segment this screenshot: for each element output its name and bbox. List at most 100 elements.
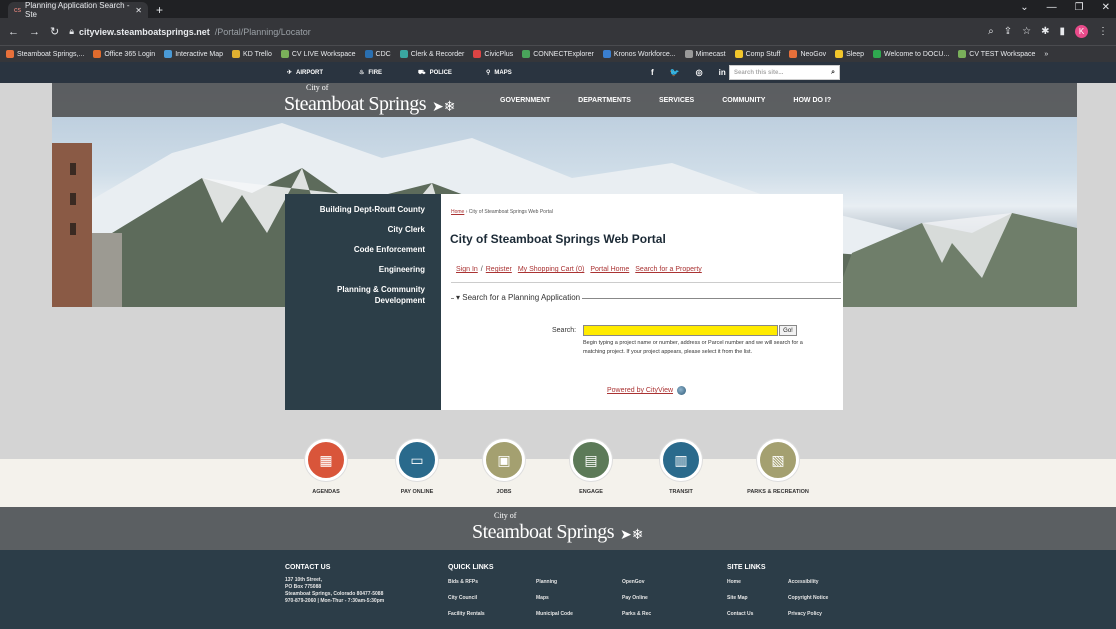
sidepanel-icon[interactable]: ▮: [1059, 26, 1065, 37]
footer-quick-link[interactable]: Parks & Rec: [622, 611, 651, 618]
breadcrumb-home[interactable]: Home: [451, 209, 464, 215]
nav-item[interactable]: DEPARTMENTS: [578, 97, 631, 104]
sidebar-item[interactable]: Planning & Community Development: [285, 284, 441, 306]
facebook-icon[interactable]: f: [651, 68, 654, 77]
sidebar-item[interactable]: Building Dept-Routt County: [285, 204, 441, 215]
portal-home-link[interactable]: Portal Home: [590, 266, 629, 273]
tab-search-icon[interactable]: ⌄: [1020, 2, 1028, 13]
footer-quick-link[interactable]: Bids & RFPs: [448, 579, 478, 586]
bookmark-label: Kronos Workforce...: [613, 50, 676, 58]
go-button[interactable]: Go!: [779, 325, 797, 336]
footer-site-link[interactable]: Accessibility: [788, 579, 819, 586]
nav-item[interactable]: SERVICES: [659, 97, 694, 104]
bookmark-favicon-icon: [164, 50, 173, 58]
footer-site-link[interactable]: Contact Us: [727, 611, 753, 618]
footer-site-link[interactable]: Site Map: [727, 595, 748, 602]
reload-icon[interactable]: ↻: [50, 25, 59, 38]
quick-link-engage[interactable]: ▤ ENGAGE: [556, 439, 626, 495]
site-search-input[interactable]: Search this site... ⌕: [729, 65, 840, 80]
back-icon[interactable]: ←: [8, 26, 19, 38]
url-field[interactable]: 🔒︎ cityview.steamboatsprings.net/Portal/…: [69, 22, 978, 42]
restore-icon[interactable]: ❐: [1075, 2, 1084, 13]
quick-link-jobs[interactable]: ▣ JOBS: [469, 439, 539, 495]
footer-site-link[interactable]: Privacy Policy: [788, 611, 822, 618]
bookmark-item[interactable]: CDC: [364, 50, 391, 58]
bookmark-item[interactable]: Interactive Map: [164, 50, 223, 58]
bookmark-item[interactable]: Welcome to DOCU...: [873, 50, 949, 58]
primary-nav: GOVERNMENT DEPARTMENTS SERVICES COMMUNITY HO…: [500, 83, 831, 117]
linkedin-icon[interactable]: in: [719, 68, 726, 77]
link-separator: /: [480, 266, 483, 273]
sign-in-link[interactable]: Sign In: [456, 266, 478, 273]
new-tab-button[interactable]: +: [156, 3, 163, 17]
profile-avatar[interactable]: K: [1075, 25, 1088, 38]
car-icon: ⛟: [418, 69, 426, 76]
bookmark-item[interactable]: Clerk & Recorder: [399, 50, 464, 58]
bookmark-item[interactable]: Sleep: [835, 50, 864, 58]
bookmark-item[interactable]: Office 365 Login: [93, 50, 155, 58]
bookmarks-more-button[interactable]: »: [1044, 51, 1048, 58]
close-window-icon[interactable]: ✕: [1102, 2, 1110, 13]
bookmark-star-icon[interactable]: ☆: [1022, 26, 1031, 37]
sidebar-item[interactable]: City Clerk: [285, 224, 441, 235]
airport-link[interactable]: ✈ AIRPORT: [287, 62, 323, 83]
footer-quick-link[interactable]: Pay Online: [622, 595, 648, 602]
twitter-icon[interactable]: 🐦: [670, 68, 680, 77]
extensions-icon[interactable]: ✱: [1041, 26, 1049, 37]
bookmark-item[interactable]: KD Trello: [232, 50, 272, 58]
quick-link-agendas[interactable]: ▦ AGENDAS: [291, 439, 361, 495]
share-icon[interactable]: ⇪: [1004, 26, 1012, 37]
city-logo[interactable]: City of Steamboat Springs ➤❄: [284, 83, 456, 116]
bookmark-item[interactable]: NeoGov: [789, 50, 826, 58]
nav-item[interactable]: HOW DO I?: [793, 97, 831, 104]
footer-site-link[interactable]: Copyright Notice: [788, 595, 828, 602]
register-link[interactable]: Register: [486, 266, 512, 273]
bookmark-item[interactable]: CONNECTExplorer: [522, 50, 594, 58]
bookmark-item[interactable]: CV LIVE Workspace: [280, 50, 356, 58]
bookmark-item[interactable]: CV TEST Workspace: [958, 50, 1035, 58]
sidebar-item[interactable]: Code Enforcement: [285, 244, 441, 255]
speech-icon: ▤: [570, 439, 612, 481]
close-tab-icon[interactable]: ✕: [135, 6, 142, 15]
search-icon[interactable]: ⌕: [831, 69, 835, 77]
utility-bar: ✈ AIRPORT ♨ FIRE ⛟ POLICE ⚲ MAPS f 🐦 ◎ in Searc…: [0, 62, 1116, 83]
maps-link[interactable]: ⚲ MAPS: [486, 62, 512, 83]
tab-title: Planning Application Search - Ste: [25, 1, 130, 19]
bookmark-item[interactable]: Comp Stuff: [734, 50, 780, 58]
property-search-link[interactable]: Search for a Property: [635, 266, 702, 273]
bookmark-item[interactable]: Steamboat Springs,...: [6, 50, 84, 58]
nav-item[interactable]: COMMUNITY: [722, 97, 765, 104]
footer-quick-link[interactable]: Facility Rentals: [448, 611, 485, 618]
fieldset-legend-toggle[interactable]: ▾ Search for a Planning Application: [454, 293, 583, 302]
footer-quick-link[interactable]: Municipal Code: [536, 611, 573, 618]
cityview-globe-icon: [677, 386, 687, 395]
bookmark-item[interactable]: Mimecast: [684, 50, 726, 58]
fire-link[interactable]: ♨ FIRE: [359, 62, 382, 83]
footer-city-logo[interactable]: City of Steamboat Springs ➤❄: [472, 511, 644, 544]
zoom-icon[interactable]: ⌕: [988, 26, 994, 37]
powered-by-link[interactable]: Powered by CityView: [607, 386, 687, 395]
browser-tab[interactable]: cs Planning Application Search - Ste ✕: [8, 1, 148, 19]
instagram-icon[interactable]: ◎: [696, 68, 703, 77]
quick-link-parks-recreation[interactable]: ▧ PARKS & RECREATION: [733, 439, 823, 495]
police-link[interactable]: ⛟ POLICE: [418, 62, 452, 83]
menu-icon[interactable]: ⋮: [1098, 26, 1108, 37]
bookmark-item[interactable]: CivicPlus: [473, 50, 513, 58]
quick-link-transit[interactable]: ▥ TRANSIT: [646, 439, 716, 495]
sidebar-item[interactable]: Engineering: [285, 264, 441, 275]
footer-quick-link[interactable]: OpenGov: [622, 579, 645, 586]
footer-quick-link[interactable]: Planning: [536, 579, 557, 586]
planning-search-input[interactable]: [583, 325, 778, 336]
footer-quick-link[interactable]: Maps: [536, 595, 549, 602]
bookmark-favicon-icon: [873, 50, 882, 58]
nav-item[interactable]: GOVERNMENT: [500, 97, 550, 104]
browser-tab-strip: cs Planning Application Search - Ste ✕ +…: [0, 0, 1116, 19]
footer-site-link[interactable]: Home: [727, 579, 741, 586]
forward-icon[interactable]: →: [29, 26, 40, 38]
shopping-cart-link[interactable]: My Shopping Cart (0): [518, 266, 585, 273]
footer-quick-link[interactable]: City Council: [448, 595, 477, 602]
minimize-icon[interactable]: —: [1047, 2, 1057, 13]
quick-link-pay-online[interactable]: ▭ PAY ONLINE: [382, 439, 452, 495]
url-path: /Portal/Planning/Locator: [214, 26, 311, 37]
bookmark-item[interactable]: Kronos Workforce...: [602, 50, 676, 58]
